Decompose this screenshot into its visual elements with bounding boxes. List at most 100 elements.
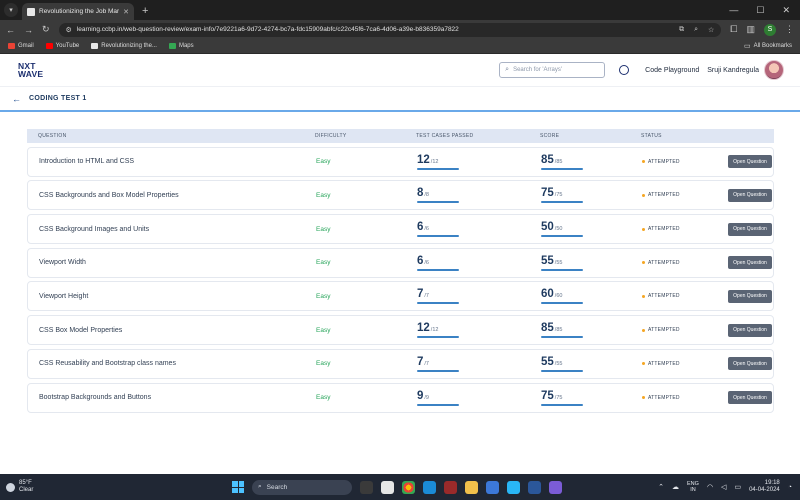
open-question-button[interactable]: Open Question bbox=[728, 323, 772, 337]
clock[interactable]: 19:18 04-04-2024 bbox=[749, 480, 780, 494]
difficulty-label: Easy bbox=[316, 292, 331, 300]
test-cases-progress-bar bbox=[417, 268, 459, 271]
tab-search-icon[interactable]: ▾ bbox=[4, 3, 18, 17]
score-value: 55 bbox=[541, 254, 554, 267]
language-indicator[interactable]: ENG IN bbox=[687, 481, 699, 494]
status-text: ATTEMPTED bbox=[648, 327, 680, 334]
vscode-icon[interactable] bbox=[507, 480, 520, 494]
open-question-button[interactable]: Open Question bbox=[728, 188, 772, 202]
score-cell: 60/60 bbox=[541, 288, 642, 305]
question-title[interactable]: CSS Reusability and Bootstrap class name… bbox=[39, 360, 316, 367]
bookmarks-bar: Gmail YouTube Revolutionizing the... Map… bbox=[0, 39, 800, 54]
profile-avatar[interactable]: S bbox=[764, 23, 776, 36]
passed-total: /7 bbox=[424, 360, 429, 367]
zoom-icon[interactable]: ⌕ bbox=[694, 26, 698, 34]
notification-icon[interactable]: ◔ bbox=[788, 484, 792, 491]
task-view-icon[interactable] bbox=[360, 480, 373, 494]
open-question-button[interactable]: Open Question bbox=[728, 391, 772, 404]
question-title[interactable]: Introduction to HTML and CSS bbox=[39, 158, 316, 165]
back-arrow-icon[interactable]: ← bbox=[12, 94, 21, 104]
url-text[interactable]: learning.ccbp.in/web-question-review/exa… bbox=[77, 26, 674, 33]
questions-table: QUESTION DIFFICULTY TEST CASES PASSED SC… bbox=[27, 129, 774, 413]
minimize-icon[interactable]: — bbox=[729, 5, 738, 16]
search-input[interactable]: ⌕ Search for 'Arrays' bbox=[499, 62, 606, 78]
open-question-button[interactable]: Open Question bbox=[728, 289, 772, 303]
user-avatar[interactable] bbox=[764, 60, 784, 80]
streak-timer-icon[interactable] bbox=[619, 65, 630, 75]
omnibox[interactable]: ⚙ learning.ccbp.in/web-question-review/e… bbox=[58, 22, 722, 37]
open-question-button[interactable]: Open Question bbox=[728, 222, 772, 236]
wifi-icon[interactable]: ◠ bbox=[707, 483, 713, 491]
onedrive-icon[interactable]: ☁ bbox=[672, 483, 679, 491]
open-question-button[interactable]: Open Question bbox=[728, 155, 772, 169]
score-value: 60 bbox=[541, 288, 554, 301]
site-info-icon[interactable]: ⚙ bbox=[66, 26, 72, 34]
logo-line2: WAVE bbox=[18, 69, 44, 79]
open-question-button[interactable]: Open Question bbox=[728, 357, 772, 371]
bookmark-youtube[interactable]: YouTube bbox=[45, 43, 80, 49]
taskbar-search[interactable]: ⌕ Search bbox=[252, 479, 352, 495]
mcafee-icon[interactable] bbox=[444, 480, 457, 494]
bookmark-gmail[interactable]: Gmail bbox=[8, 43, 34, 49]
score-cell: 85/85 bbox=[541, 154, 642, 170]
tray-chevron-icon[interactable]: ⌃ bbox=[658, 483, 664, 491]
question-title[interactable]: Viewport Height bbox=[39, 293, 316, 300]
browser-menu-icon[interactable]: ⋮ bbox=[785, 24, 794, 35]
score-value: 85 bbox=[541, 153, 554, 166]
edge-icon[interactable] bbox=[423, 480, 436, 494]
bookmark-label: YouTube bbox=[55, 43, 80, 49]
question-title[interactable]: Viewport Width bbox=[39, 259, 316, 266]
status-dot-icon bbox=[642, 328, 645, 332]
close-window-icon[interactable]: ✕ bbox=[782, 5, 790, 16]
forward-icon[interactable]: → bbox=[24, 25, 33, 35]
score-total: /75 bbox=[554, 192, 563, 199]
chrome-icon[interactable] bbox=[402, 480, 415, 494]
windows-start-icon[interactable] bbox=[232, 481, 244, 493]
table-row: Introduction to HTML and CSS Easy 12/12 85/… bbox=[27, 146, 774, 177]
open-in-app-icon[interactable]: ⧉ bbox=[679, 26, 684, 34]
passed-count: 6 bbox=[417, 254, 424, 267]
test-cases-progress-bar bbox=[417, 235, 459, 238]
score-progress-bar bbox=[541, 235, 583, 238]
search-icon: ⌕ bbox=[505, 66, 510, 73]
score-cell: 55/55 bbox=[541, 356, 642, 372]
store-icon[interactable] bbox=[486, 480, 499, 494]
bookmark-label: Maps bbox=[178, 43, 194, 49]
volume-icon[interactable]: ◁ bbox=[721, 483, 726, 491]
user-name[interactable]: Sruji Kandregula bbox=[707, 67, 759, 74]
nxtwave-logo[interactable]: NXT WAVE bbox=[18, 62, 52, 79]
question-title[interactable]: CSS Box Model Properties bbox=[39, 327, 316, 334]
code-playground-link[interactable]: Code Playground bbox=[645, 67, 699, 74]
back-icon[interactable]: ← bbox=[6, 25, 15, 35]
browser-tab[interactable]: Revolutionizing the Job Market ✕ bbox=[22, 3, 134, 20]
word-icon[interactable] bbox=[528, 480, 541, 494]
bookmark-revolutionizing[interactable]: Revolutionizing the... bbox=[91, 43, 157, 49]
teams-icon[interactable] bbox=[549, 480, 562, 494]
bookmark-maps[interactable]: Maps bbox=[168, 43, 194, 49]
column-header-status: STATUS bbox=[641, 133, 662, 139]
passed-total: /9 bbox=[424, 394, 429, 401]
passed-total: /6 bbox=[424, 226, 429, 233]
status-dot-icon bbox=[642, 261, 645, 265]
question-title[interactable]: CSS Background Images and Units bbox=[39, 226, 316, 233]
open-question-button[interactable]: Open Question bbox=[728, 256, 772, 270]
reload-icon[interactable]: ↻ bbox=[42, 24, 50, 35]
score-cell: 55/55 bbox=[541, 255, 642, 271]
moon-icon bbox=[6, 482, 15, 492]
file-icon[interactable] bbox=[381, 480, 394, 494]
all-bookmarks[interactable]: ▭ All Bookmarks bbox=[744, 42, 792, 50]
side-panel-icon[interactable]: ▥ bbox=[746, 24, 755, 35]
bookmark-star-icon[interactable]: ☆ bbox=[708, 26, 714, 34]
maximize-icon[interactable]: ☐ bbox=[756, 5, 764, 16]
new-tab-icon[interactable]: + bbox=[142, 5, 148, 17]
extensions-icon[interactable]: ⧠ bbox=[730, 24, 737, 35]
question-title[interactable]: CSS Backgrounds and Box Model Properties bbox=[39, 192, 316, 199]
tab-close-icon[interactable]: ✕ bbox=[123, 8, 129, 16]
weather-widget[interactable]: 85°F Clear bbox=[6, 480, 33, 494]
battery-icon[interactable]: ▭ bbox=[734, 483, 741, 491]
test-cases-progress-bar bbox=[417, 302, 459, 305]
status-badge: ATTEMPTED bbox=[642, 293, 728, 299]
question-title[interactable]: Bootstrap Backgrounds and Buttons bbox=[39, 394, 316, 401]
status-badge: ATTEMPTED bbox=[642, 260, 728, 266]
file-explorer-icon[interactable] bbox=[465, 480, 478, 494]
